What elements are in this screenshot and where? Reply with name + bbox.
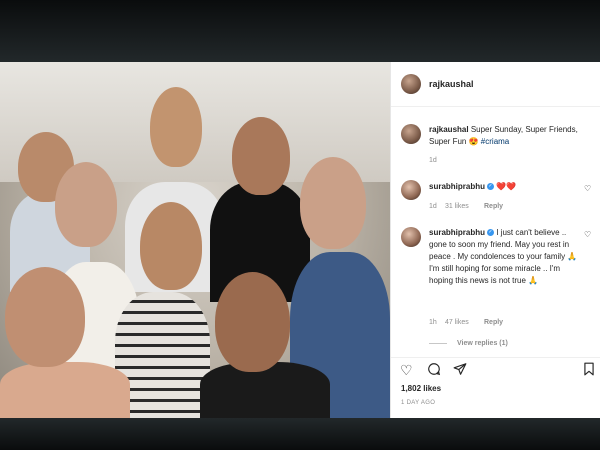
comment-reply-button[interactable]: Reply xyxy=(484,319,503,326)
photo-person xyxy=(140,202,202,290)
comment-likes[interactable]: 31 likes xyxy=(445,203,469,210)
photo-person xyxy=(215,272,290,372)
post-age[interactable]: 1 DAY AGO xyxy=(401,400,435,406)
caption-username[interactable]: rajkaushal xyxy=(429,125,469,134)
caption-age[interactable]: 1d xyxy=(429,157,437,164)
comment: surabhiprabhu ✓ I just can't believe .. g… xyxy=(429,227,579,287)
photo-person xyxy=(55,162,117,247)
send-icon[interactable] xyxy=(453,362,467,379)
header-username[interactable]: rajkaushal xyxy=(429,79,474,89)
verified-badge-icon: ✓ xyxy=(487,229,495,237)
comment-username[interactable]: surabhiprabhu xyxy=(429,228,485,237)
likes-count[interactable]: 1,802 likes xyxy=(401,384,441,393)
top-letterbox xyxy=(0,0,600,62)
photo-person xyxy=(232,117,290,195)
action-bar: ♡ xyxy=(391,357,600,382)
caption-emoji: 😍 xyxy=(468,137,479,146)
heart-icon[interactable]: ♡ xyxy=(400,362,413,379)
photo-person xyxy=(150,87,202,167)
photo-person xyxy=(300,157,366,249)
caption: rajkaushal Super Sunday, Super Friends, … xyxy=(429,124,579,148)
avatar[interactable] xyxy=(401,124,421,144)
post-photo[interactable] xyxy=(0,62,390,418)
view-replies-link[interactable]: View replies (1) xyxy=(457,340,508,347)
comment-like-heart-icon[interactable]: ♡ xyxy=(584,184,591,193)
photo-person xyxy=(0,362,130,418)
caption-hashtag[interactable]: #criama xyxy=(481,137,509,146)
avatar[interactable] xyxy=(401,180,421,200)
avatar[interactable] xyxy=(401,227,421,247)
bottom-letterbox xyxy=(0,418,600,450)
comment-age[interactable]: 1h xyxy=(429,319,437,326)
post-header: rajkaushal xyxy=(391,62,600,107)
view-replies-divider xyxy=(429,343,447,344)
comment-reply-button[interactable]: Reply xyxy=(484,203,503,210)
comment-icon[interactable] xyxy=(427,362,441,379)
post-side-panel: rajkaushal rajkaushal Super Sunday, Supe… xyxy=(390,62,600,418)
comment-like-heart-icon[interactable]: ♡ xyxy=(584,230,591,239)
instagram-post-frame: rajkaushal rajkaushal Super Sunday, Supe… xyxy=(0,62,600,418)
comment-username[interactable]: surabhiprabhu xyxy=(429,182,485,191)
comment-likes[interactable]: 47 likes xyxy=(445,319,469,326)
comment-age[interactable]: 1d xyxy=(429,203,437,210)
bookmark-icon[interactable] xyxy=(583,362,595,379)
verified-badge-icon: ✓ xyxy=(487,183,495,191)
comment-text: ❤️❤️ xyxy=(496,182,517,191)
comment: surabhiprabhu ✓ ❤️❤️ xyxy=(429,181,579,193)
photo-person xyxy=(5,267,85,367)
avatar[interactable] xyxy=(401,74,421,94)
